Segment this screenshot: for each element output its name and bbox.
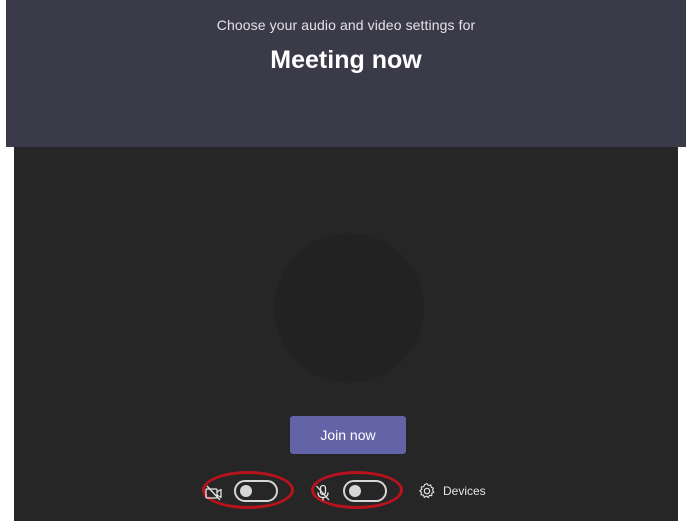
devices-label: Devices — [443, 484, 486, 498]
microphone-off-icon[interactable] — [313, 483, 333, 503]
av-controls: Devices — [14, 147, 678, 521]
camera-off-icon[interactable] — [204, 483, 224, 503]
settings-subtitle: Choose your audio and video settings for — [216, 17, 476, 33]
prejoin-header: Choose your audio and video settings for… — [6, 0, 686, 147]
gear-icon — [419, 483, 435, 499]
devices-button[interactable]: Devices — [418, 481, 486, 501]
microphone-toggle-knob — [349, 485, 361, 497]
video-preview: Join now Devices — [14, 147, 678, 521]
teams-prejoin-screen: Choose your audio and video settings for… — [0, 0, 686, 529]
camera-toggle[interactable] — [234, 480, 278, 502]
camera-toggle-knob — [240, 485, 252, 497]
meeting-title: Meeting now — [270, 46, 422, 74]
microphone-toggle[interactable] — [343, 480, 387, 502]
